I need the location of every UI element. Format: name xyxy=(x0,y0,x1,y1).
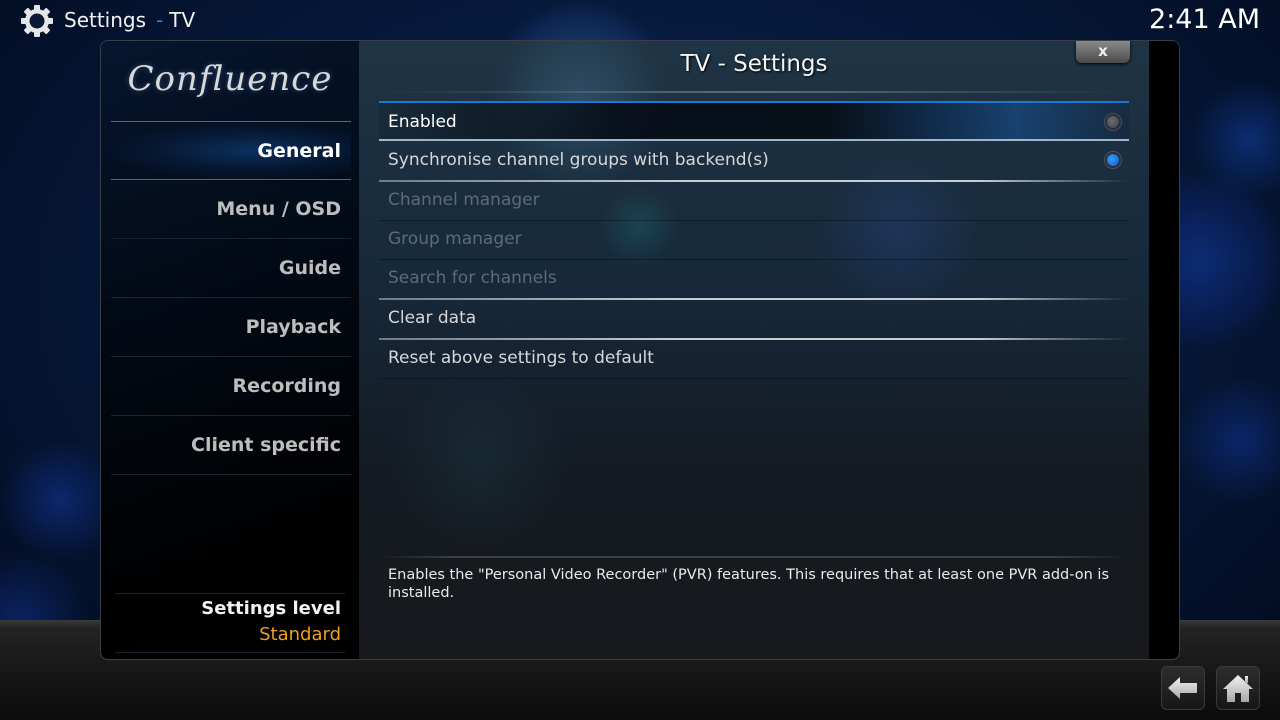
clock: 2:41 AM xyxy=(1149,4,1260,35)
setting-label: Synchronise channel groups with backend(… xyxy=(388,150,769,170)
setting-description: Enables the "Personal Video Recorder" (P… xyxy=(388,567,1110,601)
setting-label: Channel manager xyxy=(388,190,540,210)
close-button[interactable]: x xyxy=(1076,41,1130,63)
divider xyxy=(379,556,1129,558)
setting-label: Group manager xyxy=(388,229,522,249)
setting-search-channels: Search for channels xyxy=(379,259,1129,300)
setting-reset-defaults[interactable]: Reset above settings to default xyxy=(379,339,1129,379)
setting-group-manager: Group manager xyxy=(379,220,1129,260)
setting-label: Clear data xyxy=(388,308,477,328)
home-icon xyxy=(1223,675,1253,702)
toggle-off-icon[interactable] xyxy=(1105,114,1121,130)
divider xyxy=(115,652,345,653)
back-button[interactable] xyxy=(1161,666,1205,710)
setting-sync-channel-groups[interactable]: Synchronise channel groups with backend(… xyxy=(379,141,1129,182)
setting-clear-data[interactable]: Clear data xyxy=(379,299,1129,340)
setting-label: Enabled xyxy=(388,112,457,132)
breadcrumb-separator: - xyxy=(156,8,164,32)
setting-label: Search for channels xyxy=(388,268,557,288)
scrollbar-track xyxy=(1149,41,1179,659)
setting-enabled[interactable]: Enabled xyxy=(379,101,1129,141)
sidebar-item-general[interactable]: General xyxy=(111,121,351,180)
sidebar-item-menu-osd[interactable]: Menu / OSD xyxy=(111,180,351,239)
settings-level-value[interactable]: Standard xyxy=(259,624,341,645)
breadcrumb-title: Settings xyxy=(64,8,147,32)
sidebar-item-recording[interactable]: Recording xyxy=(111,357,351,416)
confluence-logo: Confluence xyxy=(127,59,333,99)
settings-dialog: Confluence General Menu / OSD Guide Play… xyxy=(100,40,1180,660)
back-arrow-icon xyxy=(1168,677,1197,699)
toggle-on-icon[interactable] xyxy=(1105,152,1121,168)
top-bar: Settings - TV 2:41 AM xyxy=(0,0,1280,40)
gear-icon xyxy=(21,5,53,37)
divider xyxy=(115,593,345,594)
settings-panel: TV - Settings Enabled Synchronise channe… xyxy=(359,41,1149,659)
dialog-title: TV - Settings xyxy=(680,51,828,77)
setting-label: Reset above settings to default xyxy=(388,348,654,368)
sidebar-item-client-specific[interactable]: Client specific xyxy=(111,416,351,475)
home-button[interactable] xyxy=(1216,666,1260,710)
sidebar-item-playback[interactable]: Playback xyxy=(111,298,351,357)
breadcrumb: Settings - TV xyxy=(64,8,195,32)
divider xyxy=(379,378,1129,379)
divider xyxy=(379,91,1129,93)
sidebar: Confluence General Menu / OSD Guide Play… xyxy=(101,41,359,659)
breadcrumb-subtitle: TV xyxy=(169,8,196,32)
setting-channel-manager: Channel manager xyxy=(379,181,1129,221)
settings-level-label[interactable]: Settings level xyxy=(201,598,341,619)
sidebar-item-guide[interactable]: Guide xyxy=(111,239,351,298)
